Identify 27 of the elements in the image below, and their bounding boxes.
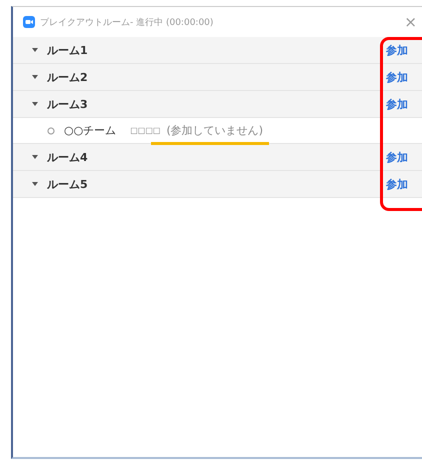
close-button[interactable]: ×: [400, 13, 421, 31]
circle-icon: [47, 126, 55, 134]
caret-icon: [32, 47, 38, 53]
join-link[interactable]: 参加: [386, 176, 408, 192]
room-name: ルーム1: [47, 42, 88, 58]
window-title: ブレイクアウトルーム- 進行中 (00:00:00): [40, 16, 214, 28]
join-link[interactable]: 参加: [386, 96, 408, 112]
room-name: ルーム4: [47, 150, 88, 164]
member-status: (参加していません): [166, 123, 264, 138]
room-name: ルーム3: [47, 96, 88, 112]
join-link[interactable]: 参加: [386, 70, 408, 84]
room-name: ルーム5: [47, 176, 88, 192]
room-row[interactable]: ルーム4 参加: [13, 144, 422, 171]
room-name: ルーム2: [47, 70, 88, 84]
room-row[interactable]: ルーム3 参加: [13, 91, 422, 118]
caret-icon: [32, 101, 38, 107]
caret-icon: [32, 154, 38, 160]
member-name: ○○チーム: [64, 123, 116, 138]
room-row[interactable]: ルーム1 参加: [13, 37, 422, 64]
camera-logo-icon: [23, 16, 35, 28]
room-row[interactable]: ルーム5 参加: [13, 171, 422, 198]
caret-icon: [32, 74, 38, 80]
member-tag: □□□□: [130, 126, 160, 135]
join-link[interactable]: 参加: [386, 42, 408, 58]
join-link[interactable]: 参加: [386, 150, 408, 164]
caret-icon: [32, 181, 38, 187]
room-row[interactable]: ルーム2 参加: [13, 64, 422, 91]
